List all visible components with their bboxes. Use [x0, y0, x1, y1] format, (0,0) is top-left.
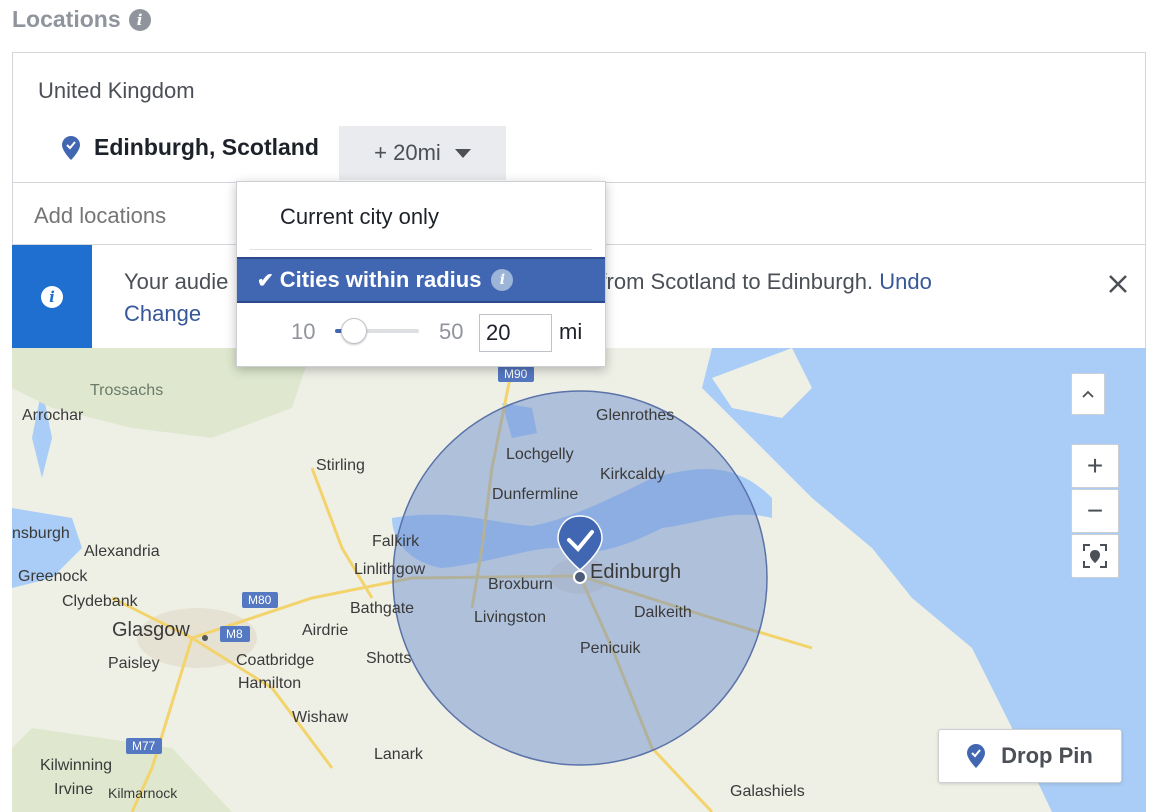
road-shield-label: M77 — [132, 739, 156, 753]
country-label: United Kingdom — [38, 78, 195, 103]
caret-down-icon — [454, 148, 471, 158]
map-label: Airdrie — [302, 622, 348, 639]
add-locations-input[interactable] — [34, 203, 224, 229]
slider-max-label: 50 — [439, 319, 464, 344]
zoom-out-button[interactable]: − — [1071, 489, 1119, 533]
divider — [250, 249, 592, 250]
selected-location: Edinburgh, Scotland — [62, 134, 319, 161]
map-label: Kilwinning — [40, 757, 112, 774]
radius-unit-label: mi — [559, 319, 583, 344]
road-shield-label: M80 — [248, 593, 272, 607]
slider-min-label: 10 — [291, 319, 316, 344]
undo-link[interactable]: Undo — [879, 269, 932, 294]
radius-label: + 20mi — [374, 140, 441, 165]
info-icon[interactable]: i — [491, 269, 514, 291]
recenter-button[interactable] — [1071, 534, 1119, 578]
road-shield-label: M90 — [504, 367, 528, 381]
map-label: Livingston — [474, 609, 546, 626]
change-link[interactable]: Change — [124, 301, 201, 326]
map-label: Broxburn — [488, 576, 553, 593]
notice-icon-bar: i — [12, 245, 92, 348]
map-label: Greenock — [18, 568, 88, 585]
info-icon[interactable]: i — [128, 8, 151, 31]
location-pin-icon — [62, 135, 80, 160]
map-label: Glenrothes — [596, 407, 674, 424]
map-label: nsburgh — [12, 525, 70, 542]
map-label: Lochgelly — [506, 446, 574, 463]
radius-slider-handle[interactable] — [341, 318, 367, 344]
map-label: Kilmarnock — [108, 785, 178, 801]
zoom-in-button[interactable]: + — [1071, 444, 1119, 488]
map-label: Alexandria — [84, 543, 160, 560]
map-label: Shotts — [366, 650, 411, 667]
city-dot — [202, 635, 208, 641]
location-pin-icon — [967, 744, 986, 768]
map-label: Wishaw — [292, 709, 348, 726]
map-label: Linlithgow — [354, 561, 426, 578]
map-label: Lanark — [374, 746, 424, 763]
map-collapse-button[interactable] — [1071, 373, 1105, 415]
map-label: Dunfermline — [492, 486, 578, 503]
road-shield-label: M8 — [226, 627, 243, 641]
map-label: Falkirk — [372, 533, 420, 550]
map-label: Hamilton — [238, 675, 301, 692]
menu-item-cities-within-radius[interactable]: ✔ Cities within radius i — [237, 257, 605, 303]
map-label: Irvine — [54, 781, 93, 798]
map-label: Kirkcaldy — [600, 466, 665, 483]
map-label: Stirling — [316, 457, 365, 474]
radius-input[interactable] — [479, 314, 552, 352]
recenter-icon — [1083, 544, 1107, 568]
map-label: Paisley — [108, 655, 160, 672]
drop-pin-label: Drop Pin — [1001, 743, 1093, 768]
map-label: Penicuik — [580, 640, 641, 657]
info-icon: i — [41, 285, 63, 308]
map-label: Clydebank — [62, 593, 139, 610]
chevron-up-icon — [1082, 390, 1094, 398]
section-title: Locations i — [12, 6, 151, 33]
map-label: Bathgate — [350, 600, 414, 617]
radius-dropdown-menu: Current city only ✔ Cities within radius… — [236, 181, 606, 367]
map-label: Galashiels — [730, 783, 805, 800]
location-name: Edinburgh, Scotland — [94, 134, 319, 160]
radius-dropdown-button[interactable]: + 20mi — [339, 126, 506, 180]
map-label: Arrochar — [22, 407, 84, 424]
map-label: Dalkeith — [634, 604, 692, 621]
check-icon: ✔ — [257, 269, 274, 292]
menu-item-current-city[interactable]: Current city only — [280, 204, 439, 230]
map-label: Trossachs — [90, 382, 163, 399]
drop-pin-button[interactable]: Drop Pin — [938, 729, 1122, 783]
map-label: Glasgow — [112, 619, 190, 641]
close-icon[interactable] — [1104, 270, 1132, 298]
map-label: Edinburgh — [590, 561, 681, 583]
map-label: Coatbridge — [236, 652, 314, 669]
